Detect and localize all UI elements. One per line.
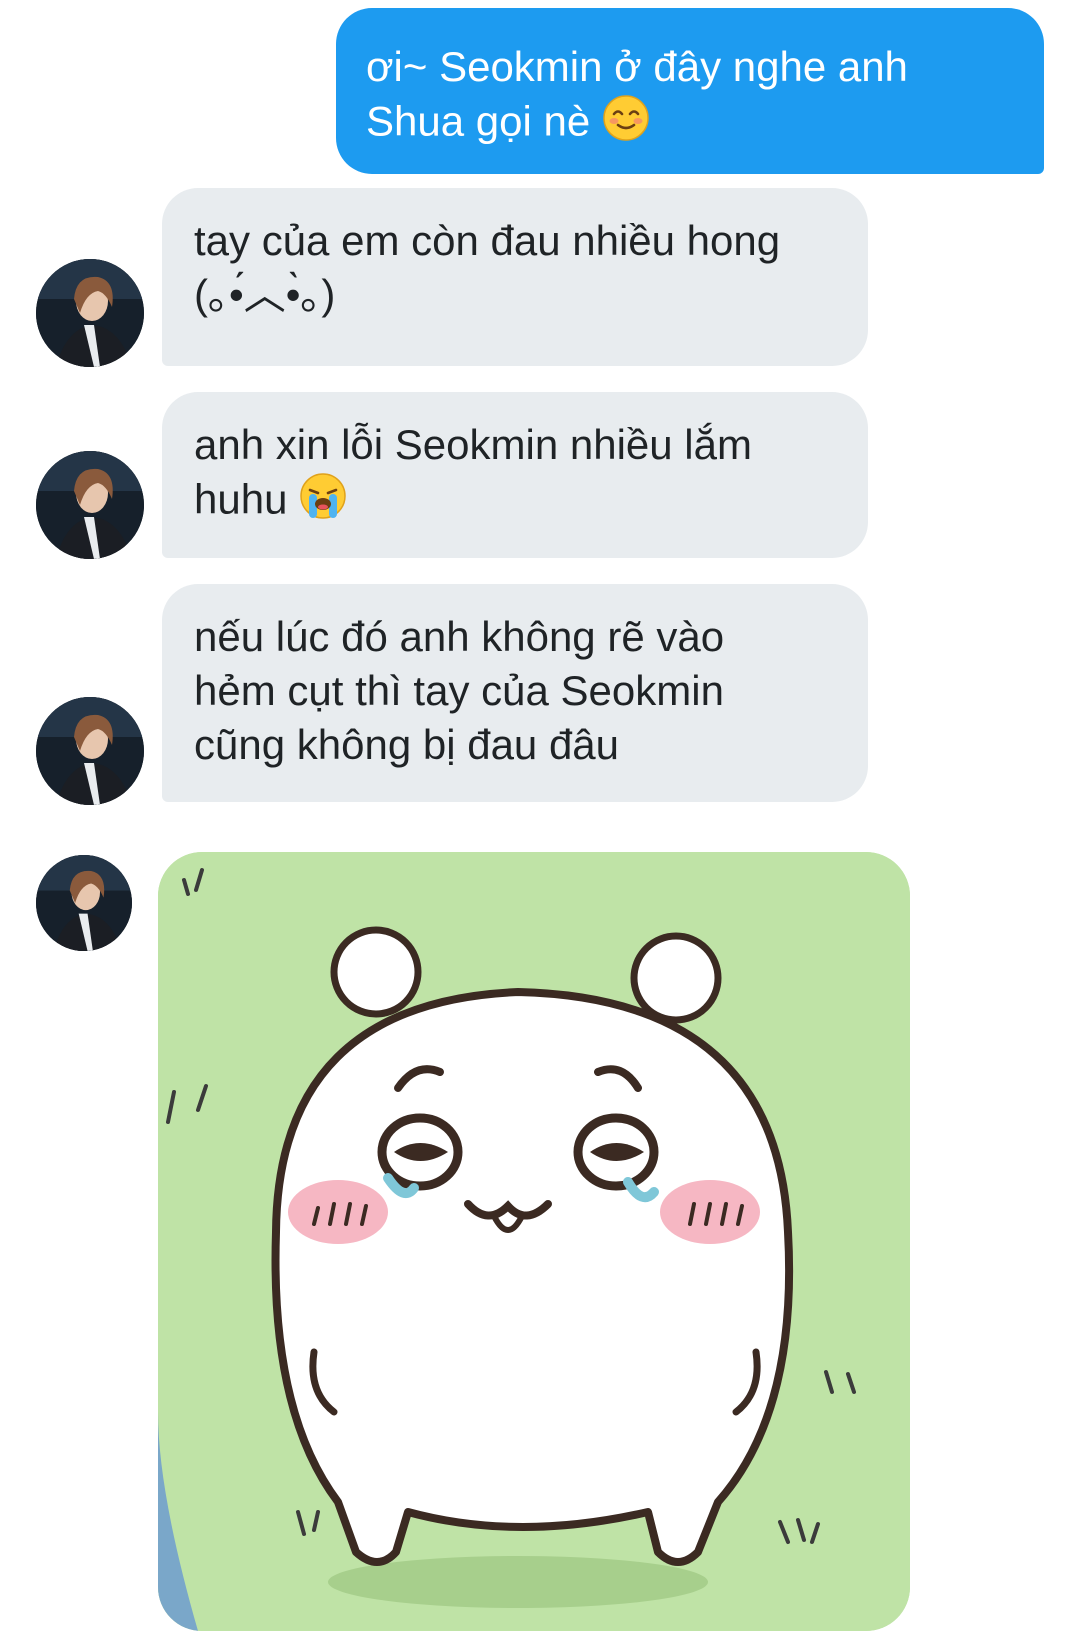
message-text: (｡•́︿•̀｡) xyxy=(194,271,336,318)
crying-bear-sticker-icon xyxy=(158,852,910,1631)
message-text: huhu xyxy=(194,475,288,523)
chat-thread: ơi~ Seokmin ở đây nghe anh Shua gọi nè t… xyxy=(0,0,1080,1631)
profile-photo-icon xyxy=(36,855,132,951)
loudly-crying-face-icon xyxy=(299,472,347,533)
sent-message-bubble[interactable]: ơi~ Seokmin ở đây nghe anh Shua gọi nè xyxy=(336,8,1044,174)
profile-photo-icon xyxy=(36,697,144,805)
message-text: Shua gọi nè xyxy=(366,97,591,145)
message-text: ơi~ Seokmin ở đây nghe anh xyxy=(366,43,908,90)
avatar[interactable] xyxy=(36,259,144,367)
avatar[interactable] xyxy=(36,855,132,951)
profile-photo-icon xyxy=(36,451,144,559)
message-text: hẻm cụt thì tay của Seokmin xyxy=(194,667,724,714)
received-message-bubble[interactable]: tay của em còn đau nhiều hong (｡•́︿•̀｡) xyxy=(162,188,868,366)
received-message-bubble[interactable]: anh xin lỗi Seokmin nhiều lắm huhu xyxy=(162,392,868,558)
avatar[interactable] xyxy=(36,451,144,559)
message-text: tay của em còn đau nhiều hong xyxy=(194,217,781,264)
avatar[interactable] xyxy=(36,697,144,805)
received-message-bubble[interactable]: nếu lúc đó anh không rẽ vào hẻm cụt thì … xyxy=(162,584,868,802)
message-text: anh xin lỗi Seokmin nhiều lắm xyxy=(194,421,752,468)
profile-photo-icon xyxy=(36,259,144,367)
sticker-message[interactable] xyxy=(158,852,910,1631)
smiling-face-icon xyxy=(602,94,650,155)
message-text: nếu lúc đó anh không rẽ vào xyxy=(194,613,725,660)
message-text: cũng không bị đau đâu xyxy=(194,721,620,768)
